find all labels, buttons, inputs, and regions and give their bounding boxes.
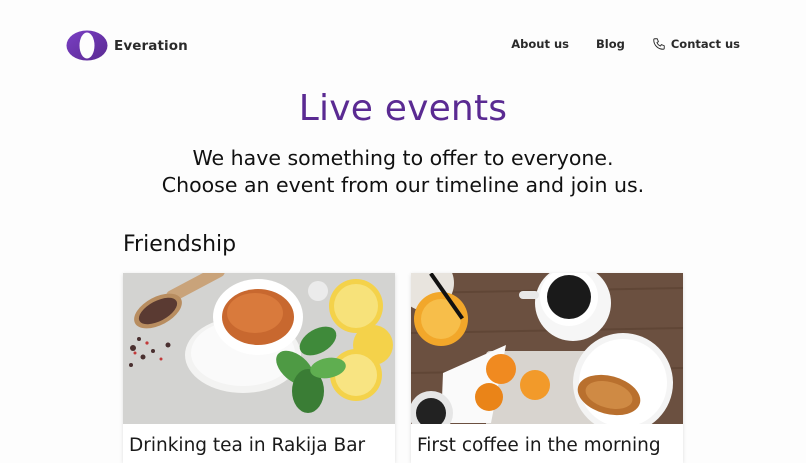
event-image-tea <box>123 273 395 424</box>
nav-contact-label: Contact us <box>670 37 740 51</box>
event-title: First coffee in the morning <box>417 435 661 456</box>
logo[interactable]: Everation <box>66 30 188 61</box>
event-title: Drinking tea in Rakija Bar <box>129 435 366 456</box>
page-subtitle: We have something to offer to everyone. … <box>0 145 806 199</box>
event-card[interactable]: Drinking tea in Rakija Bar <box>123 273 395 463</box>
main-nav: About us Blog Contact us <box>511 37 740 51</box>
section-title: Friendship <box>123 232 237 257</box>
site-header: Everation About us Blog Contact us <box>0 0 806 90</box>
everation-logo-icon <box>66 30 108 61</box>
event-card[interactable]: First coffee in the morning <box>411 273 683 463</box>
nav-about-us[interactable]: About us <box>511 37 569 51</box>
phone-icon <box>653 38 665 50</box>
subtitle-line-2: Choose an event from our timeline and jo… <box>161 173 645 197</box>
brand-name: Everation <box>114 37 188 54</box>
nav-blog[interactable]: Blog <box>596 37 625 51</box>
subtitle-line-1: We have something to offer to everyone. <box>192 146 614 170</box>
nav-contact-us[interactable]: Contact us <box>652 37 740 51</box>
event-image-coffee <box>411 273 683 424</box>
page-title: Live events <box>298 88 508 129</box>
